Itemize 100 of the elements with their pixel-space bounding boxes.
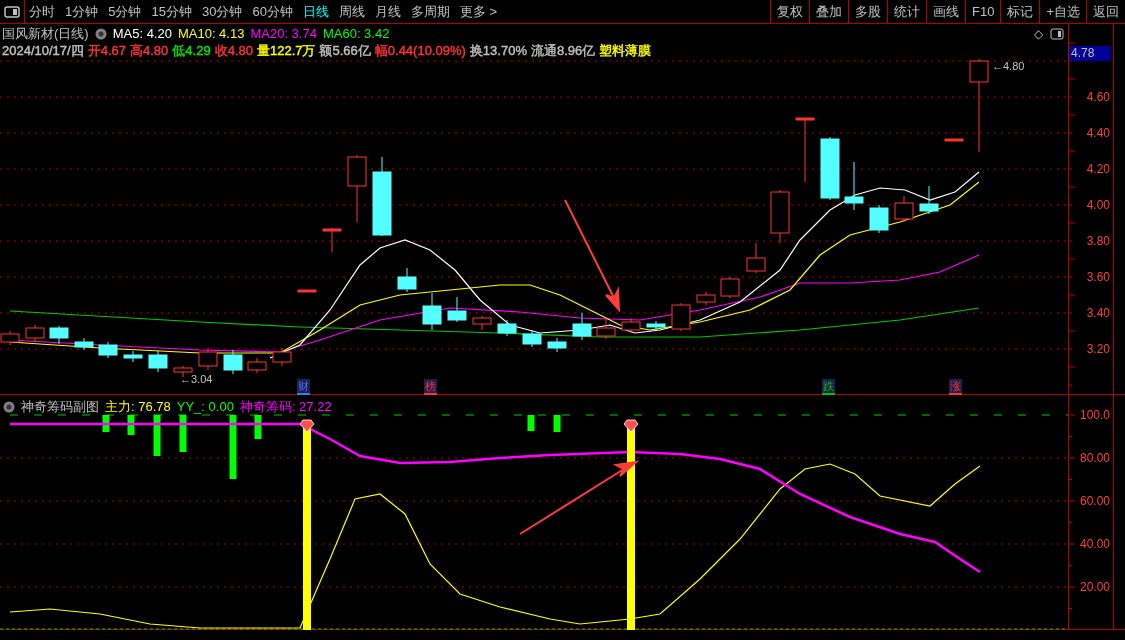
quote-value: 开4.67 [87, 42, 126, 59]
quote-value: 额5.66亿 [319, 42, 371, 59]
toolbar-button[interactable]: 标记 [1000, 0, 1040, 23]
candlestick [596, 317, 616, 340]
gem-icon [299, 419, 315, 433]
period-tab[interactable]: 15分钟 [151, 1, 192, 22]
quote-value: 2024/10/17/四 [2, 42, 84, 59]
gem-icon [623, 419, 639, 433]
quote-value: 高4.80 [130, 42, 169, 59]
axis-label: 3.40 [1086, 306, 1110, 320]
axis-label: 60.00 [1079, 494, 1110, 508]
toolbar-button[interactable]: 返回 [1086, 0, 1125, 23]
toolbar-button[interactable]: 叠加 [809, 0, 848, 23]
quote-value: 换13.70% [469, 42, 527, 59]
period-tab[interactable]: 多周期 [410, 1, 450, 22]
toolbar-button[interactable]: 多股 [848, 0, 887, 23]
quote-value: 量122.7万 [256, 42, 316, 59]
stock-title: 国风新材(日线) [2, 25, 89, 42]
candlestick [671, 302, 691, 332]
indicator-value: MA60: 3.42 [322, 25, 390, 42]
gear-icon[interactable] [3, 400, 15, 413]
period-tab[interactable]: 日线 [302, 1, 329, 22]
toolbar-button[interactable]: +自选 [1039, 0, 1086, 23]
axis-label: 4.00 [1086, 198, 1110, 212]
candlestick [919, 185, 939, 215]
quote-value: 塑料薄膜 [599, 42, 652, 59]
candlestick [49, 325, 69, 345]
price-label: ←3.04 [180, 372, 213, 387]
candlestick [547, 337, 567, 353]
axis-label: 80.00 [1079, 451, 1110, 465]
indicator-value: MA20: 3.74 [250, 25, 317, 42]
candlestick [98, 341, 118, 359]
axis-label: 4.40 [1086, 126, 1110, 140]
diamond-icon[interactable]: ◇ [1034, 25, 1043, 43]
panel-toggle-icon[interactable] [1050, 28, 1064, 40]
candlestick [869, 204, 889, 234]
candlestick [322, 227, 342, 253]
event-marker[interactable]: 涨 [949, 379, 962, 395]
axis-label: 100.0 [1079, 408, 1110, 422]
candlestick [795, 117, 815, 183]
quote-value: 流通8.96亿 [530, 42, 596, 59]
candlestick [0, 330, 20, 346]
candlestick [572, 312, 592, 341]
event-marker[interactable]: 财 [297, 379, 310, 395]
toolbar-button[interactable]: 统计 [887, 0, 926, 23]
quote-value: 低4.29 [172, 42, 211, 59]
candlestick [198, 347, 218, 371]
quote-value: 收4.80 [214, 42, 253, 59]
period-tab[interactable]: 周线 [338, 1, 365, 22]
candlestick [497, 319, 517, 337]
candlestick [25, 324, 45, 343]
period-tab[interactable]: 30分钟 [201, 1, 243, 22]
axis-label: 20.00 [1079, 580, 1110, 594]
axis-label: 4.20 [1086, 162, 1110, 176]
candlestick [720, 276, 740, 299]
period-tab[interactable]: 5分钟 [108, 1, 142, 22]
candlestick [472, 315, 492, 331]
indicator-value: 神奇筹码: 27.22 [239, 398, 332, 416]
candlestick [696, 291, 716, 306]
gear-icon[interactable] [94, 27, 107, 40]
candlestick [223, 349, 243, 375]
indicator-value: YY_: 0.00 [176, 398, 234, 416]
candlestick [347, 154, 367, 223]
indicator-title: 神奇筹码副图 [21, 398, 99, 416]
candlestick [272, 347, 292, 367]
candlestick [422, 292, 442, 331]
period-tab[interactable]: 60分钟 [252, 1, 293, 22]
candlestick [123, 350, 143, 363]
toolbar-button[interactable]: F10 [965, 0, 1001, 23]
candlestick [820, 136, 840, 201]
panel-toggle-icon[interactable] [4, 5, 20, 18]
candlestick [621, 317, 641, 334]
more-menu[interactable]: 更多 > [459, 1, 498, 22]
indicator-value: MA5: 4.20 [112, 25, 172, 42]
current-price-label: 4.78 [1069, 46, 1111, 61]
quote-value: 幅0.44(10.09%) [374, 42, 466, 59]
candlestick [297, 289, 317, 293]
candlestick [746, 242, 766, 274]
period-tab[interactable]: 月线 [374, 1, 401, 22]
period-tab[interactable]: 1分钟 [65, 1, 99, 22]
candlestick [770, 189, 790, 244]
period-tab[interactable]: 分时 [29, 1, 55, 22]
candlestick [148, 349, 168, 373]
axis-label: 40.00 [1079, 537, 1110, 551]
axis-label: 3.20 [1086, 342, 1110, 356]
indicator-value: 主力: 76.78 [105, 398, 171, 416]
toolbar-button[interactable]: 复权 [770, 0, 809, 23]
axis-label: 3.80 [1086, 234, 1110, 248]
candlestick [944, 138, 964, 142]
axis-label: 4.60 [1086, 90, 1110, 104]
candlestick [894, 195, 914, 223]
candlestick [447, 296, 467, 323]
event-marker[interactable]: 榜 [424, 379, 437, 395]
event-marker[interactable]: 跌 [822, 379, 835, 395]
candlestick [646, 320, 666, 331]
price-label: ←4.80 [992, 59, 1025, 74]
candlestick [247, 357, 267, 374]
indicator-value: MA10: 4.13 [177, 25, 245, 42]
toolbar-button[interactable]: 画线 [926, 0, 965, 23]
candlestick [74, 337, 94, 351]
